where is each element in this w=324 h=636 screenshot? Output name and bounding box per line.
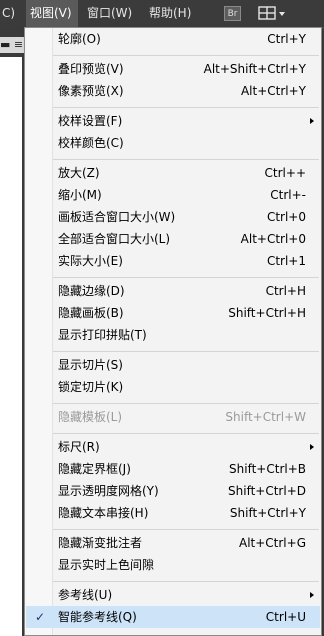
menu-item-guides[interactable]: 参考线(U) xyxy=(26,584,320,606)
menubar-item-help[interactable]: 帮助(H) xyxy=(149,0,191,27)
layout-grid-icon[interactable] xyxy=(258,5,288,22)
submenu-arrow-icon xyxy=(310,444,314,450)
canvas-edge xyxy=(0,57,22,636)
menu-separator xyxy=(53,433,319,434)
menu-item-actual-size[interactable]: 实际大小(E) Ctrl+1 xyxy=(26,250,320,272)
submenu-arrow-icon xyxy=(310,118,314,124)
menu-item-hide-template: 隐藏模板(L) Shift+Ctrl+W xyxy=(58,410,306,424)
menu-item-hide-text-threads[interactable]: 隐藏文本串接(H) Shift+Ctrl+Y xyxy=(26,502,320,524)
menu-separator xyxy=(53,277,319,278)
view-menu-dropdown: 轮廓(O) Ctrl+Y 叠印预览(V) Alt+Shift+Ctrl+Y 像素… xyxy=(24,27,322,636)
menu-separator xyxy=(53,581,319,582)
submenu-arrow-icon xyxy=(310,592,314,598)
menu-item-show-transparency-grid[interactable]: 显示透明度网格(Y) Shift+Ctrl+D xyxy=(26,480,320,502)
menu-item-smart-guides[interactable]: ✓ 智能参考线(Q) Ctrl+U xyxy=(26,606,320,628)
menu-item-lock-slices[interactable]: 锁定切片(K) xyxy=(26,376,320,398)
menu-bar: C) 视图(V) 窗口(W) 帮助(H) Br xyxy=(0,0,324,27)
menu-item-zoom-in[interactable]: 放大(Z) Ctrl++ xyxy=(26,162,320,184)
menu-separator xyxy=(53,107,319,108)
menu-item-proof-colors[interactable]: 校样颜色(C) xyxy=(26,132,320,154)
menu-item-outline[interactable]: 轮廓(O) Ctrl+Y xyxy=(26,28,320,50)
menubar-item-window[interactable]: 窗口(W) xyxy=(87,0,132,27)
menubar-item-view[interactable]: 视图(V) xyxy=(26,0,78,27)
checkmark-icon: ✓ xyxy=(35,610,46,624)
menu-item-hide-edges[interactable]: 隐藏边缘(D) Ctrl+H xyxy=(26,280,320,302)
menu-item-hide-gradient-annotator[interactable]: 隐藏渐变批注者 Alt+Ctrl+G xyxy=(26,532,320,554)
menu-item-overprint-preview[interactable]: 叠印预览(V) Alt+Shift+Ctrl+Y xyxy=(26,58,320,80)
menu-separator xyxy=(53,351,319,352)
menu-item-zoom-out[interactable]: 缩小(M) Ctrl+- xyxy=(26,184,320,206)
menu-item-hide-artboards[interactable]: 隐藏画板(B) Shift+Ctrl+H xyxy=(26,302,320,324)
menu-item-show-slices[interactable]: 显示切片(S) xyxy=(26,354,320,376)
menu-separator xyxy=(53,55,319,56)
menubar-item-truncated[interactable]: C) xyxy=(2,0,15,27)
menu-item-hide-bounding-box[interactable]: 隐藏定界框(J) Shift+Ctrl+B xyxy=(26,458,320,480)
menu-item-proof-setup[interactable]: 校样设置(F) xyxy=(26,110,320,132)
menu-item-fit-artboard[interactable]: 画板适合窗口大小(W) Ctrl+0 xyxy=(26,206,320,228)
menu-item-rulers[interactable]: 标尺(R) xyxy=(26,436,320,458)
menu-separator xyxy=(53,529,319,530)
bridge-button[interactable]: Br xyxy=(224,6,241,21)
menu-item-pixel-preview[interactable]: 像素预览(X) Alt+Ctrl+Y xyxy=(26,80,320,102)
menu-item-fit-all[interactable]: 全部适合窗口大小(L) Alt+Ctrl+0 xyxy=(26,228,320,250)
menu-item-show-live-paint-gaps[interactable]: 显示实时上色间隙 xyxy=(26,554,320,576)
menu-separator xyxy=(53,159,319,160)
menu-item-show-print-tiling[interactable]: 显示打印拼贴(T) xyxy=(26,324,320,346)
menu-separator xyxy=(53,403,319,404)
